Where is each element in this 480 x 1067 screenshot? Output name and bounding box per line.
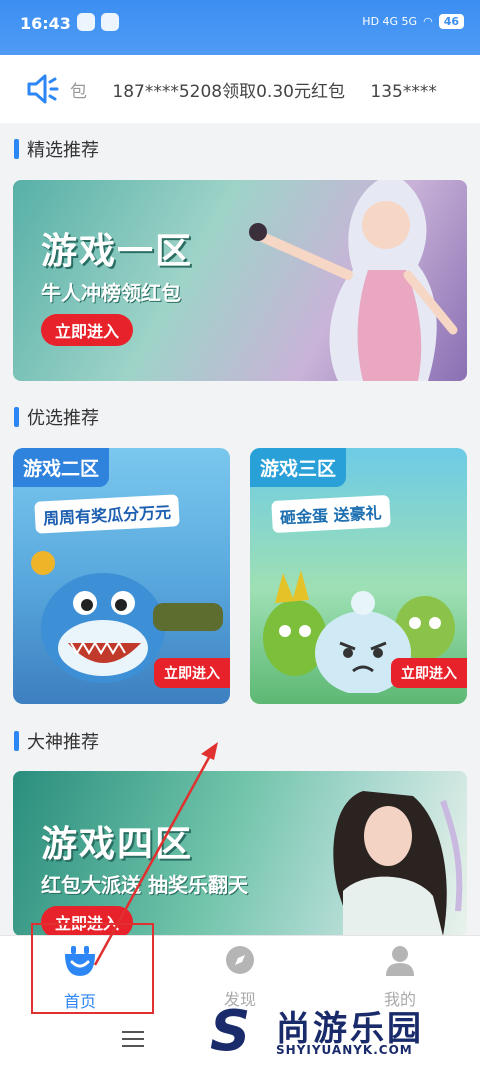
annotation-arrow [93, 742, 218, 966]
watermark-en: SHYIYUANYK.COM [276, 1043, 413, 1057]
site-watermark: S 尚游乐园 SHYIYUANYK.COM [210, 995, 480, 1067]
watermark-logo-icon: S [210, 999, 251, 1064]
menu-icon[interactable] [122, 1031, 144, 1052]
